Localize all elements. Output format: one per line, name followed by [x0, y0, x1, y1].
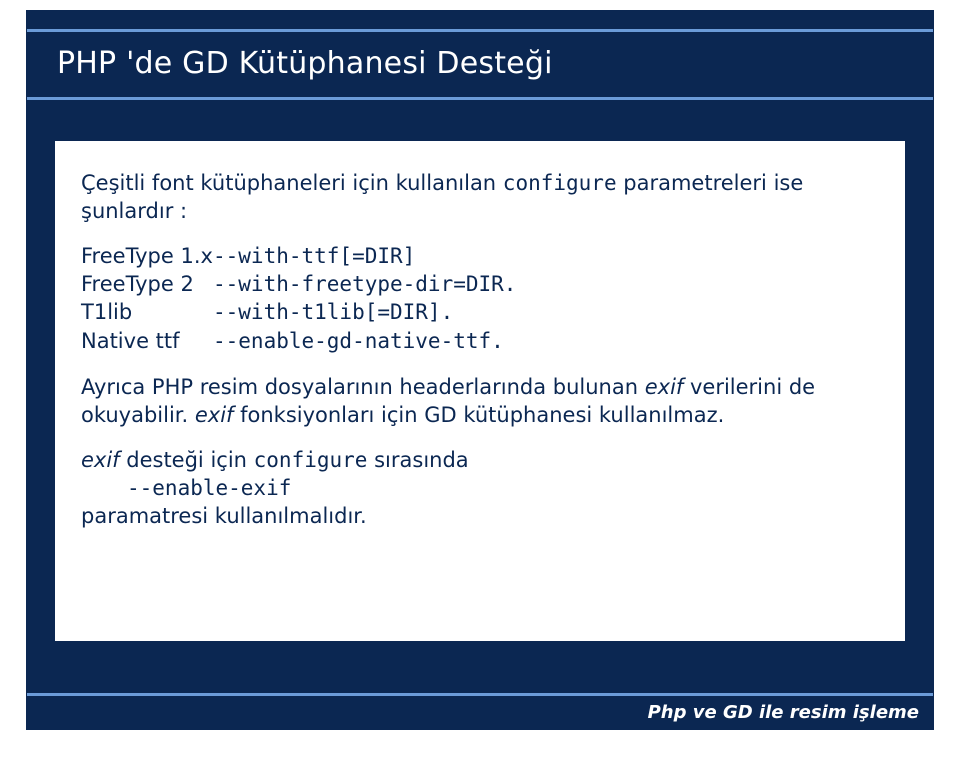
exif-term: exif [195, 403, 234, 427]
exif-paragraph-2: exif desteği için configure sırasında [81, 446, 879, 474]
content-area: Çeşitli font kütüphaneleri için kullanıl… [55, 141, 905, 641]
exif-paragraph-1: Ayrıca PHP resim dosyalarının headerları… [81, 373, 879, 430]
config-value: --with-freetype-dir=DIR. [213, 270, 516, 298]
exif-term: exif [81, 448, 120, 472]
text: sırasında [367, 448, 468, 472]
config-table: FreeType 1.x --with-ttf[=DIR] FreeType 2… [81, 242, 879, 355]
text: Ayrıca PHP resim dosyalarının headerları… [81, 375, 645, 399]
config-value: --enable-gd-native-ttf. [213, 327, 504, 355]
config-label: T1lib [81, 298, 213, 326]
config-value: --with-t1lib[=DIR]. [213, 298, 453, 326]
slide-title: PHP 'de GD Kütüphanesi Desteği [57, 46, 903, 81]
config-label: Native ttf [81, 327, 213, 355]
config-label: FreeType 1.x [81, 242, 213, 270]
slide: PHP 'de GD Kütüphanesi Desteği Çeşitli f… [26, 10, 934, 730]
table-row: Native ttf --enable-gd-native-ttf. [81, 327, 879, 355]
exif-tail: paramatresi kullanılmalıdır. [81, 502, 879, 530]
exif-term: exif [645, 375, 684, 399]
table-row: FreeType 2 --with-freetype-dir=DIR. [81, 270, 879, 298]
table-row: FreeType 1.x --with-ttf[=DIR] [81, 242, 879, 270]
code-term: configure [254, 448, 368, 472]
intro-paragraph: Çeşitli font kütüphaneleri için kullanıl… [81, 169, 879, 226]
intro-code: configure [503, 171, 617, 195]
footer-text: Php ve GD ile resim işleme [648, 702, 919, 723]
config-value: --with-ttf[=DIR] [213, 242, 415, 270]
intro-text-pre: Çeşitli font kütüphaneleri için kullanıl… [81, 171, 503, 195]
text: desteği için [120, 448, 254, 472]
text: fonksiyonları için GD kütüphanesi kullan… [233, 403, 724, 427]
exif-option: --enable-exif [127, 474, 879, 502]
title-bar: PHP 'de GD Kütüphanesi Desteği [27, 29, 933, 100]
config-label: FreeType 2 [81, 270, 213, 298]
table-row: T1lib --with-t1lib[=DIR]. [81, 298, 879, 326]
footer-bar: Php ve GD ile resim işleme [27, 693, 933, 729]
